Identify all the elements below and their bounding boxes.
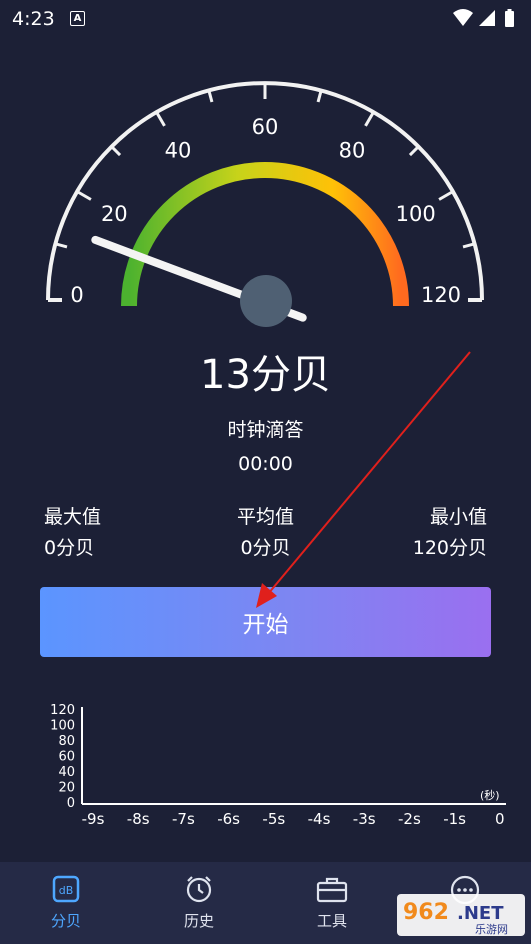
history-x-tick: 0 bbox=[495, 810, 505, 828]
history-chart: 120100806040200 -9s -8s -7s -6s -5s -4s -3s -2s… bbox=[50, 703, 506, 828]
gauge-tick bbox=[364, 111, 375, 127]
gauge-tick bbox=[207, 90, 214, 103]
history-x-unit: (秒) bbox=[480, 788, 500, 802]
history-x-tick: -4s bbox=[308, 810, 331, 828]
history-x-tick: -8s bbox=[127, 810, 150, 828]
gauge-tick-label: 100 bbox=[396, 202, 436, 226]
stat-min-label: 最小值 bbox=[429, 506, 487, 528]
history-x-ticks: -9s -8s -7s -6s -5s -4s -3s -2s -1s 0 bbox=[82, 810, 505, 828]
nav-tools[interactable]: 工具 bbox=[287, 874, 377, 931]
svg-text:乐游网: 乐游网 bbox=[475, 923, 508, 936]
gauge-tick bbox=[110, 145, 122, 157]
gauge-tick-label: 80 bbox=[339, 138, 366, 162]
nav-decibel-label: 分贝 bbox=[50, 912, 81, 930]
gauge-tick bbox=[462, 242, 475, 249]
signal-icon bbox=[479, 10, 495, 26]
gauge-tick bbox=[155, 111, 166, 127]
gauge-tick bbox=[316, 90, 323, 103]
history-x-tick: -7s bbox=[172, 810, 195, 828]
status-icons bbox=[453, 9, 514, 27]
clock-history-icon bbox=[186, 876, 212, 903]
svg-text:962: 962 bbox=[403, 900, 449, 925]
history-x-tick: -2s bbox=[398, 810, 421, 828]
mode-label[interactable]: 时钟滴答 bbox=[0, 415, 531, 442]
watermark-logo: 962 .NET 乐游网 bbox=[397, 894, 525, 936]
decibel-reading: 13分贝 bbox=[0, 342, 531, 400]
gauge-tick-label: 120 bbox=[421, 283, 461, 307]
gauge-tick bbox=[408, 145, 420, 157]
history-x-tick: -5s bbox=[262, 810, 285, 828]
gauge-tick bbox=[55, 242, 68, 249]
wifi-icon bbox=[453, 9, 473, 26]
nav-history[interactable]: 历史 bbox=[154, 874, 244, 931]
history-x-tick: -6s bbox=[217, 810, 240, 828]
history-x-tick: -9s bbox=[82, 810, 105, 828]
toolbox-icon bbox=[316, 877, 348, 903]
gauge-tick bbox=[76, 190, 92, 201]
history-y-tick: 120 bbox=[50, 703, 75, 718]
gauge-tick-label: 60 bbox=[252, 115, 279, 139]
reading-value: 13 bbox=[200, 352, 251, 398]
nav-decibel[interactable]: dB 分贝 bbox=[21, 874, 111, 931]
status-bar: 4:23 A bbox=[0, 0, 531, 38]
history-y-tick: 100 bbox=[50, 719, 75, 734]
history-x-tick: -3s bbox=[353, 810, 376, 828]
svg-text:dB: dB bbox=[59, 884, 74, 897]
history-y-tick: 80 bbox=[58, 734, 75, 749]
history-y-ticks: 120100806040200 bbox=[50, 703, 75, 811]
history-x-tick: -1s bbox=[443, 810, 466, 828]
gauge-hub bbox=[240, 275, 292, 327]
stat-min: 最小值 120分贝 bbox=[413, 502, 487, 564]
timer: 00:00 bbox=[238, 453, 293, 475]
nav-history-label: 历史 bbox=[183, 912, 214, 930]
decibel-icon: dB bbox=[52, 875, 80, 903]
notification-a-icon: A bbox=[70, 11, 85, 26]
gauge-tick-label: 20 bbox=[101, 202, 128, 226]
history-y-tick: 0 bbox=[67, 796, 75, 811]
battery-icon bbox=[505, 11, 514, 27]
gauge-tick-label: 0 bbox=[70, 283, 83, 307]
history-y-tick: 60 bbox=[58, 750, 75, 765]
nav-tools-label: 工具 bbox=[316, 912, 347, 930]
stat-min-value: 120分贝 bbox=[412, 537, 487, 559]
gauge-tick-label: 40 bbox=[165, 138, 192, 162]
start-button[interactable]: 开始 bbox=[40, 587, 491, 657]
history-y-tick: 40 bbox=[58, 765, 75, 780]
status-time: 4:23 bbox=[12, 8, 55, 30]
decibel-gauge: 0 20 40 60 80 100 120 bbox=[46, 81, 484, 327]
reading-unit: 分贝 bbox=[250, 352, 331, 398]
gauge-tick bbox=[438, 190, 454, 201]
history-y-tick: 20 bbox=[58, 781, 75, 796]
svg-text:.NET: .NET bbox=[457, 903, 504, 924]
